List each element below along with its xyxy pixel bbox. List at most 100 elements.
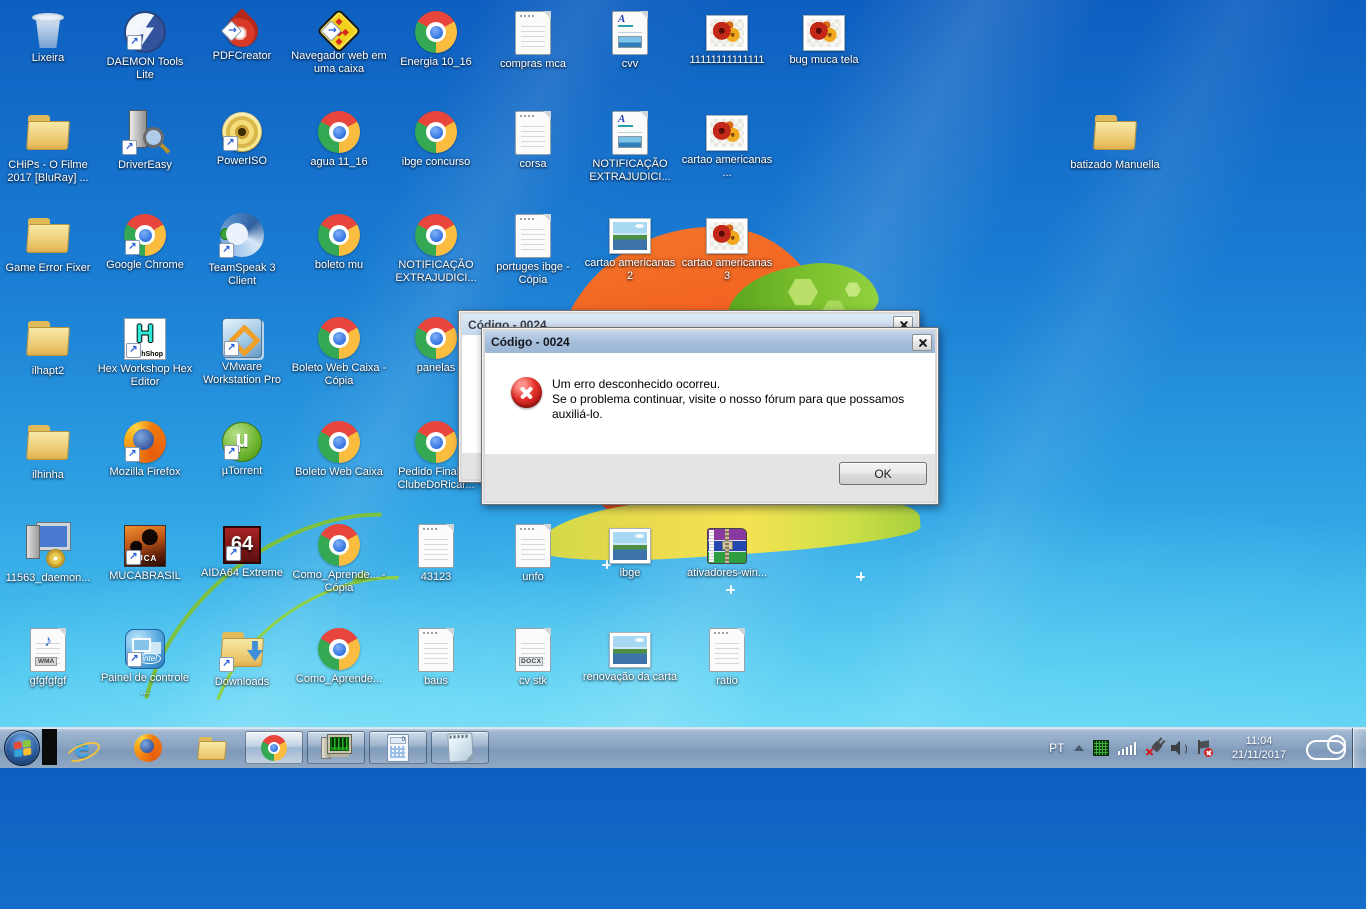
volume-icon[interactable] xyxy=(1171,741,1187,756)
desktop-icon[interactable]: ↗DriverEasy xyxy=(97,108,193,172)
desktop-icon[interactable]: ↗PDFCreator xyxy=(194,8,290,63)
desktop-icon[interactable]: ↗ TeamSpeak 3 Client xyxy=(194,211,290,288)
imgflower-icon xyxy=(803,15,845,51)
desktop-icon[interactable]: ↗Navegador web em uma caixa xyxy=(291,8,387,76)
windows-logo-icon xyxy=(13,739,31,757)
dialog-footer: OK xyxy=(485,454,935,501)
desktop-icon[interactable]: portuges ibge - Cópia xyxy=(485,211,581,287)
error-message-line2: Se o problema continuar, visite o nosso … xyxy=(552,392,924,422)
desktop-icon[interactable]: ↗Google Chrome xyxy=(97,211,193,272)
desktop-icon[interactable]: renovação da carta xyxy=(582,625,678,684)
desktop-icon[interactable]: Energia 10_16 xyxy=(388,8,484,69)
desktop-icon[interactable]: ilhinha xyxy=(0,418,96,482)
notepad-icon xyxy=(447,732,473,762)
ok-button[interactable]: OK xyxy=(839,462,927,485)
desktop-icon-label: Lixeira xyxy=(0,52,96,65)
desktop-icon[interactable]: ♪WMAgfgfgfgf xyxy=(0,625,96,688)
green-grid-tray-icon[interactable] xyxy=(1093,740,1109,756)
taskbar-firefox-icon[interactable] xyxy=(130,732,166,764)
desktop-icon[interactable]: ↗Mozilla Firefox xyxy=(97,418,193,479)
desktop-icon-label: cvv xyxy=(582,58,678,71)
desktop-icon-label: Boleto Web Caixa - Cópia xyxy=(291,362,387,388)
desktop-icon-label: corsa xyxy=(485,158,581,171)
desktop-icon[interactable]: 43123 xyxy=(388,521,484,584)
desktop-icon-label: ilhapt2 xyxy=(0,365,96,378)
show-desktop-button[interactable] xyxy=(1352,728,1366,768)
desktop-icon[interactable]: ↗VMware Workstation Pro xyxy=(194,314,290,387)
desktop-icon[interactable]: cartao americanas ... xyxy=(679,108,775,180)
desktop-icon[interactable]: ibge concurso xyxy=(388,108,484,169)
taskbar-button-calculator[interactable]: 0 xyxy=(369,731,427,764)
teamspeak-icon: ↗ xyxy=(218,211,266,259)
folder-icon xyxy=(24,314,72,362)
chrome-icon xyxy=(318,317,360,359)
desktop-icon[interactable]: ↗DAEMON Tools Lite xyxy=(97,8,193,82)
system-monitor-icon xyxy=(321,734,351,762)
close-icon[interactable] xyxy=(912,334,932,351)
desktop-icon-label: TeamSpeak 3 Client xyxy=(194,262,290,288)
doc-icon xyxy=(515,524,551,568)
network-signal-icon[interactable] xyxy=(1118,742,1137,755)
taskbar-button-notepad[interactable] xyxy=(431,731,489,764)
desktop-icon-label: Mozilla Firefox xyxy=(97,466,193,479)
desktop-icon[interactable]: agua 11_16 xyxy=(291,108,387,169)
desktop-icon[interactable]: Acvv xyxy=(582,8,678,71)
desktop-icon[interactable]: unfo xyxy=(485,521,581,584)
desktop-icon[interactable]: boleto mu xyxy=(291,211,387,272)
folder-icon xyxy=(1091,108,1139,156)
desktop-icon[interactable]: ANOTIFICAÇÃO EXTRAJUDICI... xyxy=(582,108,678,184)
hidden-icons-arrow-icon[interactable] xyxy=(1074,745,1084,751)
desktop-icon-label: ilhinha xyxy=(0,469,96,482)
desktop-icon[interactable]: intel↗Painel de controle ... xyxy=(97,625,193,698)
desktop-icon[interactable]: ratio xyxy=(679,625,775,688)
desktop-icon[interactable]: ↗PowerISO xyxy=(194,108,290,168)
desktop-icon[interactable]: cartao americanas 2 xyxy=(582,211,678,283)
shortcut-arrow-icon: ↗ xyxy=(127,652,142,667)
desktop-icon[interactable]: Como_Aprende... xyxy=(291,625,387,686)
system-tray: PT 11:04 21/11/2017 xyxy=(1049,728,1350,768)
taskbar-explorer-icon[interactable] xyxy=(194,732,230,764)
desktop-icon[interactable]: ibge xyxy=(582,521,678,580)
clock[interactable]: 11:04 21/11/2017 xyxy=(1221,734,1297,762)
desktop-icon-label: 11563_daemon... xyxy=(0,572,96,585)
desktop-icon[interactable]: ↗Downloads xyxy=(194,625,290,689)
desktop-icon[interactable]: cartao americanas 3 xyxy=(679,211,775,283)
desktop-icon[interactable]: HhShop↗Hex Workshop Hex Editor xyxy=(97,314,193,389)
calculator-icon: 0 xyxy=(387,734,409,762)
desktop-icon[interactable]: Lixeira xyxy=(0,8,96,65)
language-indicator[interactable]: PT xyxy=(1049,741,1064,755)
taskbar-internet-explorer-icon[interactable]: e xyxy=(64,732,100,764)
desktop-icon-label: Painel de controle ... xyxy=(97,672,193,698)
desktop-icon[interactable]: ativadores-win... xyxy=(679,521,775,580)
taskbar-button-system-monitor[interactable] xyxy=(307,731,365,764)
taskbar-button-chrome[interactable] xyxy=(245,731,303,764)
imgland-icon xyxy=(609,632,651,668)
power-plug-error-icon[interactable] xyxy=(1145,740,1162,756)
desktop-icon[interactable]: compras mca xyxy=(485,8,581,71)
dialog-titlebar[interactable]: Código - 0024 xyxy=(485,331,935,353)
start-button[interactable] xyxy=(4,730,40,766)
desktop-icon[interactable]: ilhapt2 xyxy=(0,314,96,378)
desktop-icon[interactable]: Boleto Web Caixa xyxy=(291,418,387,479)
desktop-icon[interactable]: baus xyxy=(388,625,484,688)
cloud-icon[interactable] xyxy=(1306,735,1350,761)
desktop-icon[interactable]: bug muca tela xyxy=(776,8,872,67)
desktop-icon[interactable]: Game Error Fixer xyxy=(0,211,96,275)
desktop-icon[interactable]: Boleto Web Caixa - Cópia xyxy=(291,314,387,388)
desktop-icon[interactable]: 11563_daemon... xyxy=(0,521,96,585)
desktop-icon[interactable]: DOCXcv stk xyxy=(485,625,581,688)
desktop-icon[interactable]: 11111111111111 xyxy=(679,8,775,67)
desktop-icon[interactable]: NOTIFICAÇÃO EXTRAJUDICI... xyxy=(388,211,484,285)
desktop-icon[interactable]: CHiPs - O Filme 2017 [BluRay] ... xyxy=(0,108,96,185)
desktop-icon[interactable]: Como_Aprende... -Cópia xyxy=(291,521,387,595)
desktop-icon-label: Como_Aprende... -Cópia xyxy=(291,569,387,595)
desktop-icon-label: MUCABRASIL xyxy=(97,570,193,583)
action-center-flag-icon[interactable] xyxy=(1196,740,1212,756)
shortcut-arrow-icon: ↗ xyxy=(219,657,234,672)
desktop-icon[interactable]: UCA↗MUCABRASIL xyxy=(97,521,193,583)
desktop-icon[interactable]: 64↗AIDA64 Extreme xyxy=(194,521,290,580)
desktop-icon[interactable]: batizado Manuella xyxy=(1067,108,1163,172)
shortcut-arrow-icon: ↗ xyxy=(122,140,137,155)
desktop-icon[interactable]: µ↗µTorrent xyxy=(194,418,290,478)
desktop-icon[interactable]: corsa xyxy=(485,108,581,171)
